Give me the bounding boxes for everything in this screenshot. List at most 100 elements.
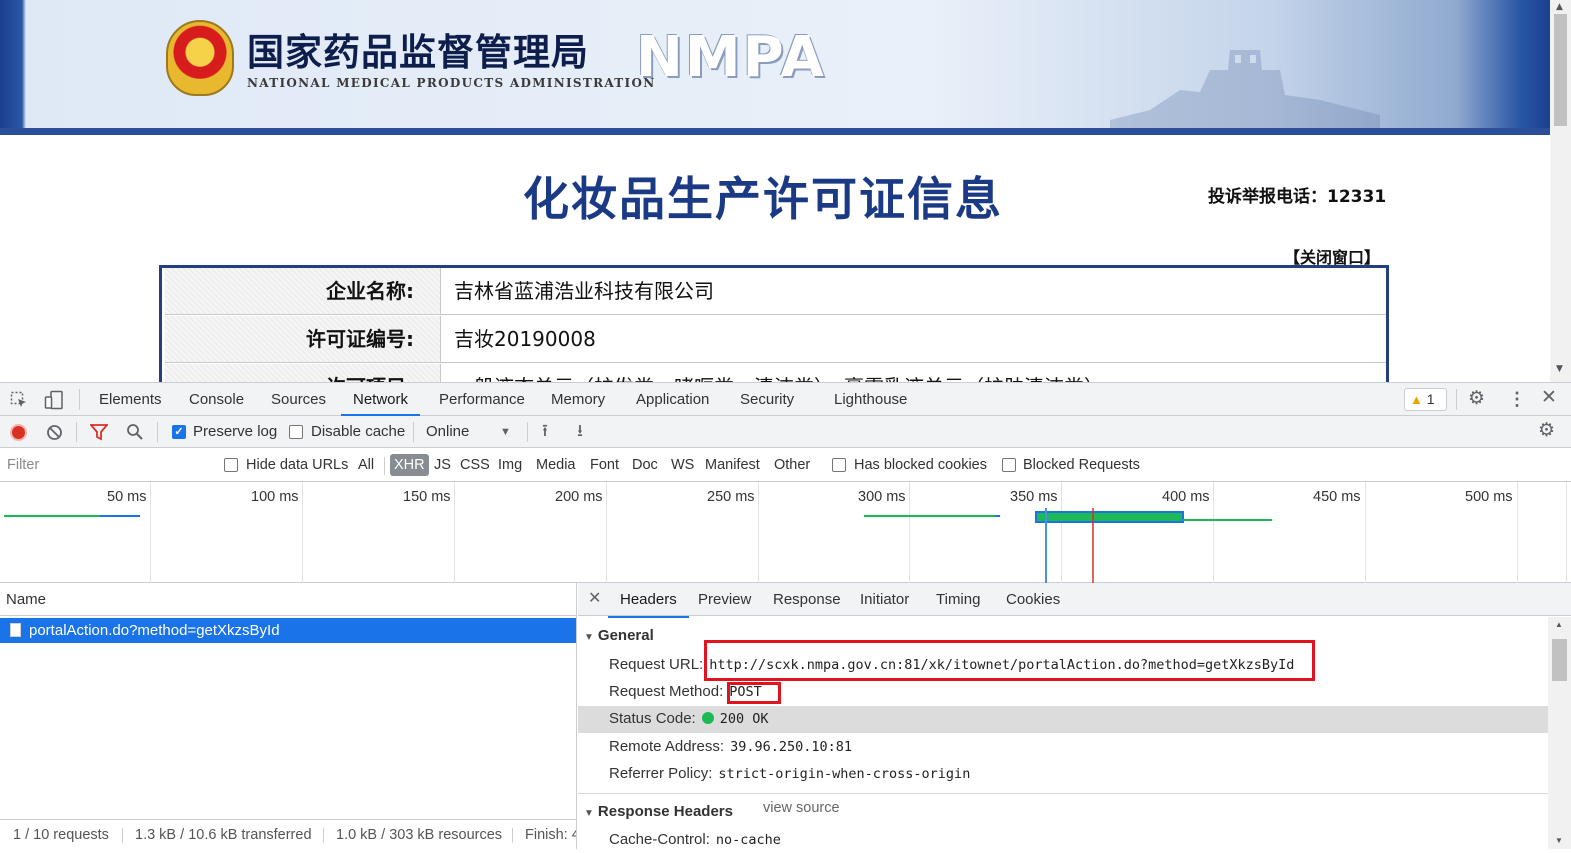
divider	[157, 422, 158, 442]
preserve-log-checkbox[interactable]: ✓	[172, 425, 186, 439]
tab-sources[interactable]: Sources	[271, 383, 326, 416]
tab-application[interactable]: Application	[636, 383, 709, 416]
devtools-panel: Elements Console Sources Network Perform…	[0, 382, 1571, 849]
transferred-size: 1.3 kB / 10.6 kB transferred	[135, 827, 312, 843]
filter-type-js[interactable]: JS	[431, 454, 454, 476]
scroll-up-icon[interactable]: ▲	[1555, 620, 1563, 629]
highlight-box-url	[704, 640, 1315, 681]
tab-security[interactable]: Security	[740, 383, 794, 416]
filter-type-font[interactable]: Font	[587, 454, 622, 476]
request-method-label: Request Method:	[609, 683, 724, 700]
filter-type-ws[interactable]: WS	[668, 454, 697, 476]
network-timeline-overview[interactable]: 50 ms 100 ms 150 ms 200 ms 250 ms 300 ms…	[0, 482, 1571, 583]
hide-data-urls-checkbox[interactable]	[224, 458, 238, 472]
scroll-up-icon[interactable]: ▲	[1556, 2, 1563, 12]
tab-preview[interactable]: Preview	[698, 583, 751, 616]
detail-tabbar: ✕ Headers Preview Response Initiator Tim…	[578, 583, 1571, 618]
filter-type-xhr[interactable]: XHR	[390, 454, 429, 476]
divider	[512, 828, 513, 843]
clear-icon[interactable]	[46, 424, 63, 441]
filter-type-media[interactable]: Media	[533, 454, 579, 476]
tab-timing[interactable]: Timing	[936, 583, 980, 616]
network-settings-gear-icon[interactable]: ⚙	[1538, 421, 1555, 441]
blocked-requests-checkbox[interactable]	[1002, 458, 1016, 472]
info-value: 吉妆20190008	[454, 327, 596, 351]
filter-type-img[interactable]: Img	[495, 454, 525, 476]
detail-scroll-thumb[interactable]	[1552, 639, 1567, 681]
export-har-icon[interactable]: ⭳	[577, 421, 583, 441]
search-icon[interactable]	[126, 423, 144, 441]
hotline-text: 投诉举报电话：12331	[1208, 187, 1387, 207]
filter-type-doc[interactable]: Doc	[629, 454, 661, 476]
timeline-bars	[4, 508, 1272, 583]
filter-input[interactable]	[0, 451, 208, 478]
scroll-down-icon[interactable]: ▼	[1555, 836, 1563, 845]
warnings-count: 1	[1426, 391, 1435, 407]
tab-response[interactable]: Response	[773, 583, 841, 616]
referrer-policy-row: Referrer Policy: strict-origin-when-cross…	[609, 761, 970, 787]
request-row-selected[interactable]: portalAction.do?method=getXkzsById	[0, 618, 576, 643]
tab-network[interactable]: Network	[341, 383, 421, 416]
network-summary-bar: 1 / 10 requests 1.3 kB / 10.6 kB transfe…	[0, 819, 576, 849]
response-headers-section-header[interactable]: ▼ Response Headers	[584, 803, 733, 820]
tab-lighthouse[interactable]: Lighthouse	[834, 383, 907, 416]
request-count: 1 / 10 requests	[13, 827, 109, 843]
filter-icon[interactable]	[90, 424, 108, 441]
document-file-icon	[10, 623, 21, 637]
filter-type-manifest[interactable]: Manifest	[702, 454, 763, 476]
network-filterbar: Hide data URLs All XHR JS CSS Img Media …	[0, 448, 1571, 482]
tab-cookies[interactable]: Cookies	[1006, 583, 1060, 616]
warnings-badge[interactable]: ▲ 1	[1404, 388, 1447, 411]
tab-initiator[interactable]: Initiator	[860, 583, 909, 616]
scroll-down-icon[interactable]: ▼	[1556, 364, 1563, 374]
record-icon[interactable]	[10, 424, 27, 441]
divider	[122, 828, 123, 843]
cache-control-label: Cache-Control:	[609, 831, 710, 848]
info-row-license-items: 许可项目: 一般液态单元（护发类、啫喱类、清洁类），膏霜乳液单元（护肤清洁类）	[165, 364, 1386, 382]
tab-performance[interactable]: Performance	[439, 383, 525, 416]
request-name: portalAction.do?method=getXkzsById	[29, 622, 280, 639]
general-section-header[interactable]: ▼ General	[584, 627, 654, 644]
warning-icon: ▲	[1410, 392, 1423, 407]
page-scrollbar[interactable]: ▲ ▼	[1550, 0, 1571, 382]
preserve-log-label: Preserve log	[193, 423, 278, 440]
disable-cache-label: Disable cache	[311, 423, 406, 440]
throttle-select[interactable]: Online	[426, 416, 469, 448]
triangle-down-icon: ▼	[584, 632, 594, 643]
status-ok-icon	[701, 712, 714, 724]
more-options-icon[interactable]: ⋮	[1508, 389, 1526, 409]
tab-memory[interactable]: Memory	[551, 383, 605, 416]
settings-gear-icon[interactable]: ⚙	[1468, 389, 1485, 409]
detail-scrollbar[interactable]: ▲ ▼	[1548, 617, 1571, 849]
page-scroll-thumb[interactable]	[1554, 14, 1567, 126]
timeline-request-bar	[1035, 511, 1184, 523]
filter-type-all[interactable]: All	[355, 454, 377, 476]
device-toolbar-icon[interactable]	[44, 390, 64, 410]
tab-console[interactable]: Console	[189, 383, 244, 416]
view-source-link[interactable]: view source	[763, 800, 840, 816]
import-har-icon[interactable]: ⭱	[542, 421, 548, 441]
info-row-license-no: 许可证编号: 吉妆20190008	[165, 316, 1386, 363]
info-label: 许可项目:	[165, 364, 441, 382]
filter-type-css[interactable]: CSS	[457, 454, 493, 476]
chevron-down-icon[interactable]: ▼	[500, 416, 511, 448]
tab-elements[interactable]: Elements	[99, 383, 162, 416]
request-detail-panel: ✕ Headers Preview Response Initiator Tim…	[578, 583, 1571, 849]
name-column-header[interactable]: Name	[0, 583, 576, 616]
cache-control-row: Cache-Control: no-cache	[609, 827, 781, 853]
tab-headers[interactable]: Headers	[608, 583, 689, 618]
disable-cache-checkbox[interactable]	[289, 425, 303, 439]
close-detail-icon[interactable]: ✕	[588, 583, 601, 615]
info-value: 吉林省蓝浦浩业科技有限公司	[454, 279, 714, 303]
inspect-element-icon[interactable]	[10, 391, 28, 409]
close-devtools-icon[interactable]: ✕	[1541, 388, 1557, 408]
org-name-en: NATIONAL MEDICAL PRODUCTS ADMINISTRATION	[247, 76, 656, 90]
divider	[76, 422, 77, 442]
triangle-down-icon: ▼	[584, 808, 594, 819]
divider	[323, 828, 324, 843]
divider	[527, 422, 528, 442]
status-code-value: 200 OK	[719, 711, 769, 727]
section-divider	[578, 793, 1548, 794]
has-blocked-cookies-checkbox[interactable]	[832, 458, 846, 472]
filter-type-other[interactable]: Other	[771, 454, 813, 476]
